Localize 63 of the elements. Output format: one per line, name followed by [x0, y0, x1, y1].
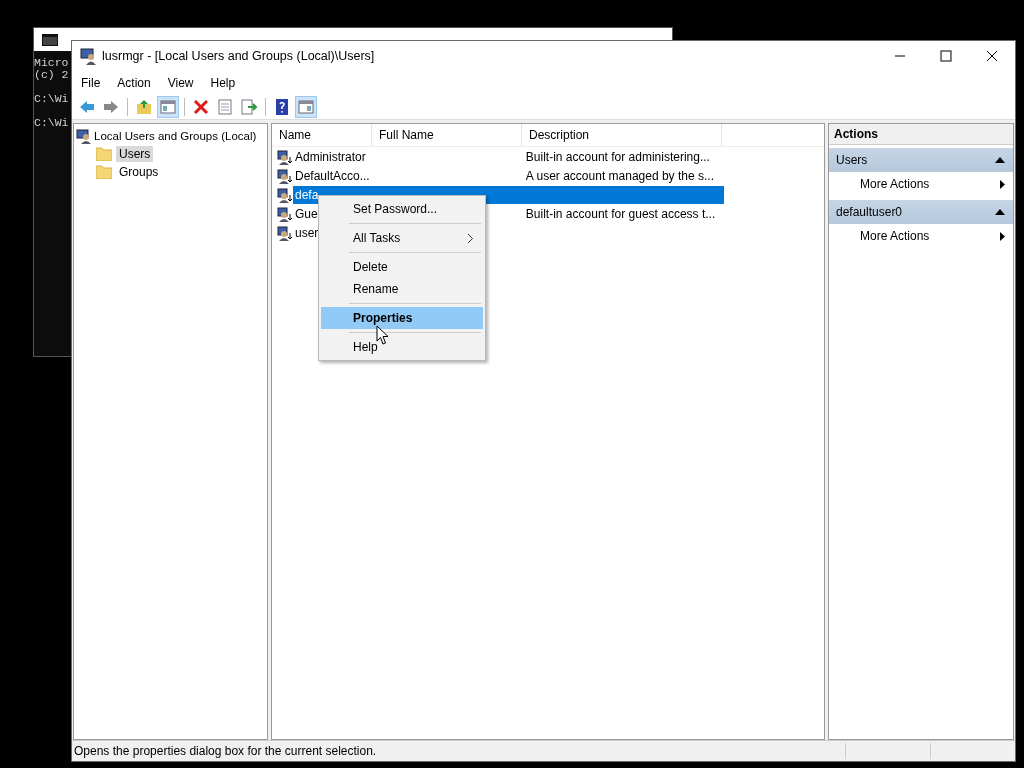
console-icon: [42, 33, 58, 46]
up-icon: [135, 98, 153, 116]
user-name: defa: [295, 187, 319, 202]
forward-icon: [102, 98, 120, 116]
user-description: Built-in account for guest access t...: [525, 206, 717, 221]
user-name: Administrator: [295, 149, 366, 164]
arrow-right-icon: [1000, 231, 1005, 241]
user-icon: [277, 186, 293, 203]
properties-icon: [216, 98, 234, 116]
users-icon: [80, 47, 98, 65]
export-button[interactable]: [238, 96, 260, 118]
console-text: C:\Wi: [34, 117, 69, 129]
column-header[interactable]: Full Name: [372, 124, 522, 146]
user-icon: [277, 148, 293, 165]
window-title: lusrmgr - [Local Users and Groups (Local)\Users]: [102, 49, 375, 63]
action-item[interactable]: More Actions: [829, 172, 1013, 196]
chevron-right-icon: [468, 233, 473, 243]
section-header[interactable]: defaultuser0: [829, 200, 1013, 224]
collapse-icon[interactable]: [995, 157, 1005, 163]
users-icon: [76, 128, 92, 144]
tree-item[interactable]: Users: [116, 146, 154, 162]
delete-icon: [192, 98, 210, 116]
console-text: Micro: [34, 57, 69, 69]
status-text: Opens the properties dialog box for the current selection.: [73, 744, 378, 758]
menu-item[interactable]: File: [81, 76, 101, 90]
tree-pane-icon: [159, 98, 177, 116]
action-item[interactable]: More Actions: [829, 224, 1013, 248]
user-icon: [277, 205, 293, 222]
action-pane-icon: [297, 98, 315, 116]
user-name: user: [295, 225, 319, 240]
menu-item[interactable]: Action: [117, 76, 151, 90]
menu-item[interactable]: Properties: [321, 307, 483, 329]
user-icon: [277, 224, 293, 241]
user-name: DefaultAcco...: [295, 168, 370, 183]
user-description: Built-in account for administering...: [525, 149, 711, 164]
menu-item[interactable]: Delete: [321, 256, 483, 278]
export-icon: [240, 98, 258, 116]
folder-icon: [96, 165, 112, 179]
section-header[interactable]: Users: [829, 148, 1013, 172]
console-text: (c) 2: [34, 69, 69, 81]
tree-item[interactable]: Groups: [116, 164, 162, 180]
menu-item[interactable]: All Tasks: [321, 227, 483, 249]
column-header[interactable]: Description: [522, 124, 722, 146]
actions-title: Actions: [829, 124, 1013, 145]
menu-item[interactable]: Rename: [321, 278, 483, 300]
help-icon: [273, 98, 291, 116]
user-icon: [277, 167, 293, 184]
maximize-icon[interactable]: [940, 50, 952, 62]
back-icon: [78, 98, 96, 116]
tree-pane-button[interactable]: [157, 96, 179, 118]
collapse-icon[interactable]: [995, 209, 1005, 215]
folder-icon: [96, 147, 112, 161]
user-description: A user account managed by the s...: [525, 168, 715, 183]
menu-item[interactable]: View: [167, 76, 194, 90]
column-header[interactable]: Name: [272, 124, 372, 146]
menu-item[interactable]: Help: [210, 76, 236, 90]
user-name: Gue: [295, 206, 318, 221]
console-text: C:\Wi: [34, 93, 69, 105]
cursor-icon: [376, 325, 389, 345]
menu-item[interactable]: Help: [321, 336, 483, 358]
tree-item[interactable]: Local Users and Groups (Local): [94, 129, 257, 143]
close-icon[interactable]: [986, 50, 998, 62]
arrow-right-icon: [1000, 179, 1005, 189]
